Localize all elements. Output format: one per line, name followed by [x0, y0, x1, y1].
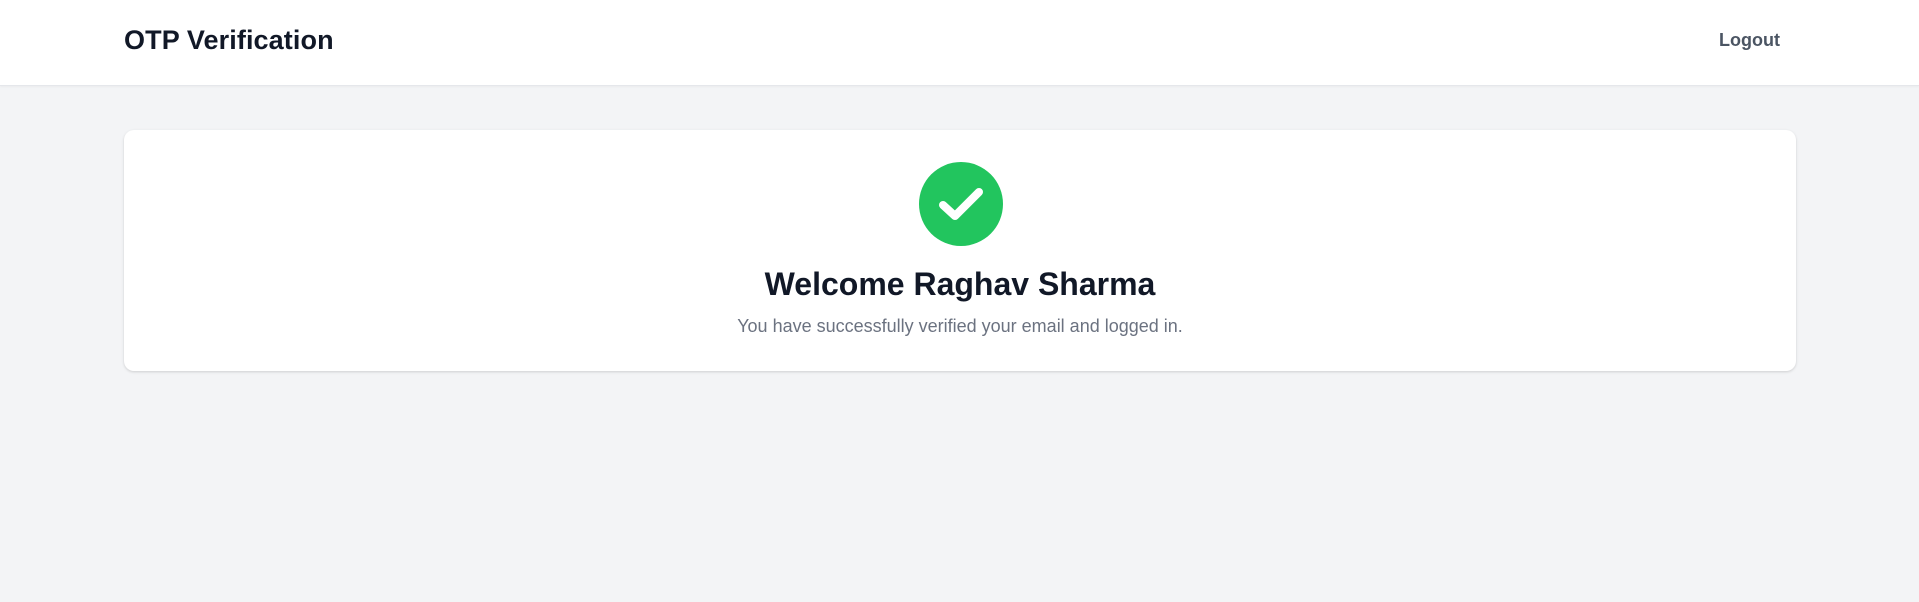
top-navbar: OTP Verification Logout — [0, 0, 1919, 86]
check-circle-icon — [919, 162, 1003, 246]
checkmark-icon — [939, 188, 983, 220]
success-card: Welcome Raghav Sharma You have successfu… — [124, 130, 1796, 371]
success-message: You have successfully verified your emai… — [737, 316, 1183, 336]
app-title: OTP Verification — [124, 25, 334, 55]
logout-button[interactable]: Logout — [1719, 30, 1780, 51]
welcome-heading: Welcome Raghav Sharma — [764, 266, 1156, 302]
